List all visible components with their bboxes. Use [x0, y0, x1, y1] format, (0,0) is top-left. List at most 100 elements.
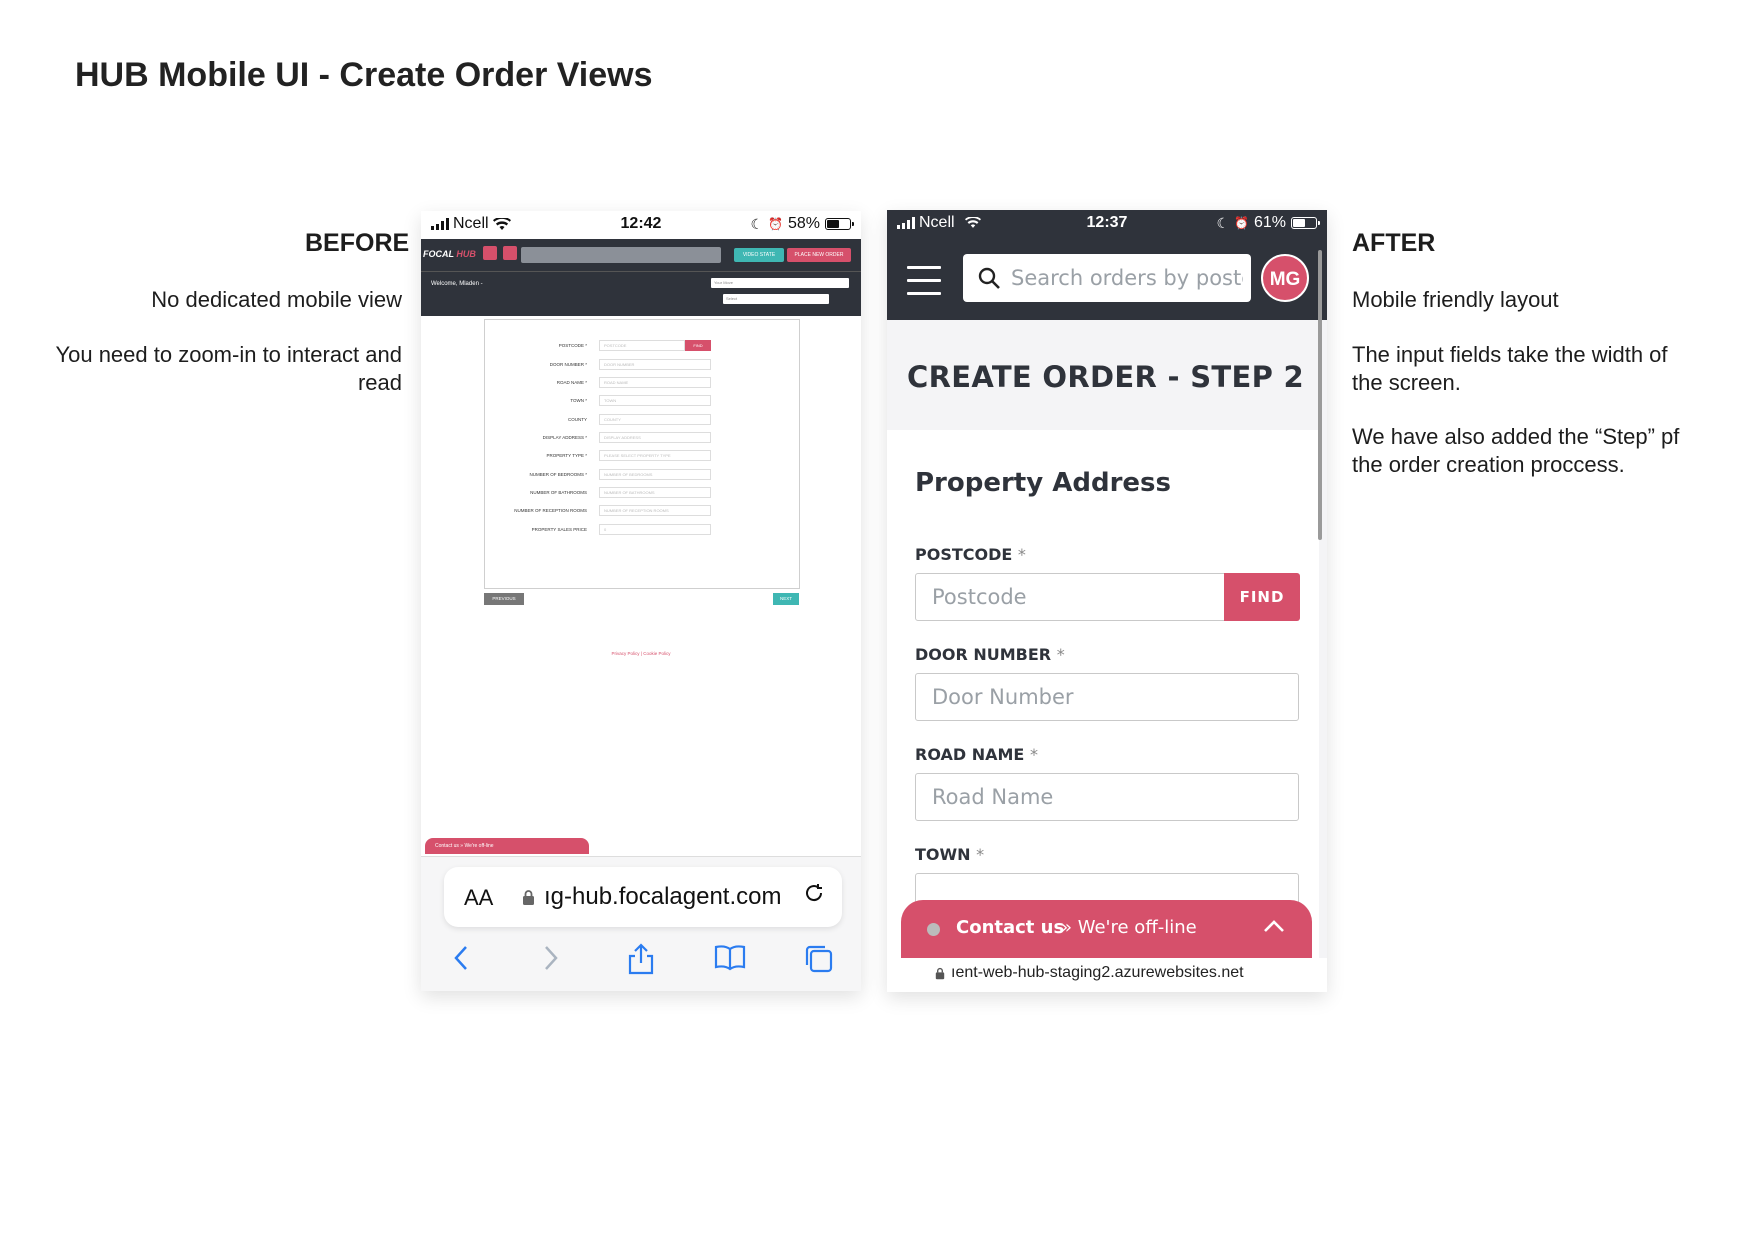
previous-button[interactable]: PREVIOUS — [484, 593, 524, 605]
user-avatar[interactable]: MG — [1261, 254, 1309, 302]
before-phone-screenshot: Ncell 12:42 ☾ ⏰ 58% FOCAL HUB VIDEO STAT… — [421, 211, 861, 991]
logo-part-1: FOCAL — [423, 249, 454, 259]
forward-icon[interactable] — [541, 943, 561, 981]
before-field-label: DISPLAY ADDRESS * — [542, 435, 587, 440]
contact-us-widget[interactable]: Contact us » We're off-line — [901, 900, 1312, 958]
address-bar[interactable]: AA ıg-hub.focalagent.com — [444, 867, 842, 927]
page-heading: CREATE ORDER - STEP 2 — [907, 360, 1305, 394]
scrollbar[interactable] — [1318, 250, 1322, 540]
door-number-label-text: DOOR NUMBER — [915, 645, 1052, 664]
before-field-input[interactable]: DISPLAY ADDRESS — [599, 432, 711, 443]
status-bar: Ncell 12:37 ☾ ⏰ 61% — [887, 210, 1327, 238]
share-icon[interactable] — [626, 943, 656, 983]
next-button[interactable]: NEXT — [773, 593, 799, 605]
before-field-label: POSTCODE * — [558, 343, 587, 348]
after-note-1: Mobile friendly layout — [1352, 287, 1559, 312]
before-note-2-line1: You need to zoom-in to interact and — [55, 342, 402, 367]
postcode-field[interactable]: Postcode — [915, 573, 1225, 621]
back-icon[interactable] — [451, 943, 471, 981]
after-note-3-line1: We have also added the “Step” pf — [1352, 424, 1680, 449]
contact-us-label[interactable]: Contact us — [956, 917, 1064, 938]
before-find-button[interactable]: FIND — [685, 340, 711, 351]
before-field-label: DOOR NUMBER * — [549, 362, 587, 367]
before-form-row: PROPERTY TYPE * PLEASE SELECT PROPERTY TY… — [485, 450, 799, 462]
menu-icon[interactable] — [503, 246, 517, 260]
before-field-input[interactable]: TOWN — [599, 395, 711, 406]
before-field-label: ROAD NAME * — [556, 380, 587, 385]
postcode-label-text: POSTCODE — [915, 545, 1013, 564]
nav-tabs[interactable] — [521, 247, 721, 263]
search-input[interactable]: Search orders by postcode — [1011, 266, 1243, 290]
before-field-input[interactable]: COUNTY — [599, 414, 711, 425]
required-mark: * — [976, 845, 985, 864]
after-phone-screenshot: Ncell 12:37 ☾ ⏰ 61% Search orders by pos… — [887, 210, 1327, 992]
hamburger-menu-icon[interactable] — [907, 266, 941, 295]
before-field-input[interactable]: NUMBER OF BATHROOMS — [599, 487, 711, 498]
after-note-2-line2: the screen. — [1352, 370, 1461, 395]
reload-icon[interactable] — [802, 881, 826, 912]
find-button[interactable]: FIND — [1224, 573, 1300, 621]
postcode-label: POSTCODE * — [915, 545, 1026, 564]
search-icon[interactable] — [483, 246, 497, 260]
before-order-form: POSTCODE * POSTCODE FIND DOOR NUMBER * DOOR … — [484, 319, 800, 589]
before-field-input[interactable]: NUMBER OF BEDROOMS — [599, 469, 711, 480]
url-text[interactable]: ıent-web-hub-staging2.azurewebsites.net — [951, 964, 1244, 982]
contact-us-widget[interactable]: Contact us » We're off-line — [425, 838, 589, 854]
before-heading: BEFORE — [305, 229, 410, 257]
section-title: Property Address — [915, 468, 1171, 498]
before-field-input[interactable]: 0 — [599, 524, 711, 535]
alarm-icon: ⏰ — [768, 217, 783, 231]
logo-part-2: HUB — [456, 249, 476, 259]
battery-status: ☾ ⏰ 61% — [1216, 214, 1320, 232]
required-mark: * — [1056, 645, 1065, 664]
road-name-field[interactable]: Road Name — [915, 773, 1299, 821]
required-mark: * — [1029, 745, 1038, 764]
before-field-input[interactable]: ROAD NAME — [599, 377, 711, 388]
before-form-row: ROAD NAME * ROAD NAME — [485, 377, 799, 389]
welcome-bar: Welcome, Mladen - Your Move Select — [421, 271, 861, 316]
road-name-label-text: ROAD NAME — [915, 745, 1025, 764]
welcome-text: Welcome, Mladen - — [431, 281, 483, 287]
page-title: HUB Mobile UI - Create Order Views — [75, 56, 653, 94]
door-number-field[interactable]: Door Number — [915, 673, 1299, 721]
lock-icon — [522, 889, 535, 911]
moon-icon: ☾ — [750, 215, 764, 232]
search-icon — [978, 267, 1000, 289]
move-select[interactable]: Your Move — [711, 278, 849, 288]
before-form-row: NUMBER OF RECEPTION ROOMS NUMBER OF RECEP… — [485, 505, 799, 517]
before-form-row: DISPLAY ADDRESS * DISPLAY ADDRESS — [485, 432, 799, 444]
app-header: Search orders by postcode MG — [887, 238, 1327, 320]
status-bar: Ncell 12:42 ☾ ⏰ 58% — [421, 211, 861, 239]
place-new-order-button[interactable]: PLACE NEW ORDER — [787, 248, 851, 262]
search-box[interactable]: Search orders by postcode — [963, 254, 1251, 302]
before-form-row: NUMBER OF BEDROOMS * NUMBER OF BEDROOMS — [485, 469, 799, 481]
before-field-input[interactable]: POSTCODE — [599, 340, 685, 351]
bookmarks-icon[interactable] — [713, 943, 747, 979]
before-form-row: POSTCODE * POSTCODE FIND — [485, 340, 799, 352]
offline-label: » We're off-line — [1061, 917, 1197, 938]
tabs-icon[interactable] — [803, 943, 835, 983]
moon-icon: ☾ — [1216, 214, 1230, 231]
footer-links[interactable]: Privacy Policy | Cookie Policy — [421, 651, 861, 656]
before-field-label: PROPERTY SALES PRICE — [531, 527, 587, 532]
app-topbar: FOCAL HUB VIDEO STATE PLACE NEW ORDER — [421, 239, 861, 271]
secondary-select[interactable]: Select — [723, 294, 829, 304]
offline-status-dot — [927, 923, 940, 936]
lock-icon — [935, 967, 945, 980]
after-note-2-line1: The input fields take the width of — [1352, 342, 1668, 367]
browser-url-bar[interactable]: ıent-web-hub-staging2.azurewebsites.net — [887, 958, 1327, 992]
before-field-label: NUMBER OF RECEPTION ROOMS — [514, 508, 587, 513]
reader-aa-button[interactable]: AA — [464, 885, 493, 911]
video-state-button[interactable]: VIDEO STATE — [734, 248, 784, 262]
before-form-row: DOOR NUMBER * DOOR NUMBER — [485, 359, 799, 371]
after-note-2: The input fields take the width of the s… — [1352, 341, 1732, 397]
chevron-up-icon[interactable] — [1263, 916, 1285, 938]
before-field-input[interactable]: DOOR NUMBER — [599, 359, 711, 370]
before-field-label: NUMBER OF BATHROOMS — [530, 490, 587, 495]
town-label: TOWN * — [915, 845, 984, 864]
before-field-label: TOWN * — [570, 398, 587, 403]
before-note-2: You need to zoom-in to interact and read — [20, 341, 402, 397]
before-field-input[interactable]: PLEASE SELECT PROPERTY TYPE — [599, 450, 711, 461]
before-field-input[interactable]: NUMBER OF RECEPTION ROOMS — [599, 505, 711, 516]
url-text[interactable]: ıg-hub.focalagent.com — [544, 883, 781, 911]
